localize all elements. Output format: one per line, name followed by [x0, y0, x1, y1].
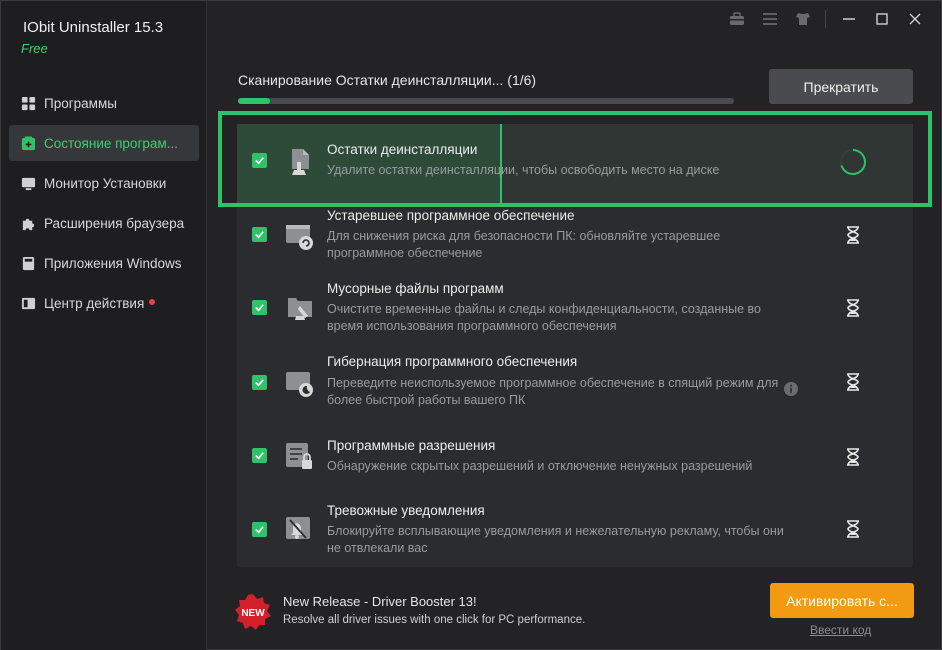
- sidebar: IObit Uninstaller 15.3 Free Программы Со…: [1, 1, 207, 650]
- spinner-icon: [837, 146, 869, 178]
- sidebar-item-label: Центр действия: [44, 295, 145, 311]
- enter-code-link[interactable]: Ввести код: [810, 623, 871, 637]
- app-window: IObit Uninstaller 15.3 Free Программы Со…: [0, 0, 942, 650]
- sidebar-nav: Программы Состояние програм... Монитор У…: [9, 85, 199, 325]
- sidebar-item-action-center[interactable]: Центр действия: [9, 285, 199, 321]
- promo-description: Resolve all driver issues with one click…: [283, 614, 586, 626]
- scan-progress-fill: [238, 98, 271, 104]
- sidebar-item-label: Приложения Windows: [44, 255, 182, 271]
- task-row-junk-files: Мусорные файлы программ Очистите временн…: [237, 272, 913, 348]
- scan-progress-bar: [238, 98, 734, 104]
- toolbox-icon[interactable]: [727, 9, 747, 29]
- notification-dot: [149, 299, 156, 305]
- health-plus-icon: [21, 135, 36, 151]
- junk-files-icon: [284, 292, 316, 324]
- monitor-icon: [21, 176, 36, 191]
- task-description: Блокируйте всплывающие уведомления и неж…: [327, 524, 784, 555]
- task-checkbox[interactable]: [252, 153, 267, 168]
- activate-button[interactable]: Активировать с...: [770, 583, 914, 618]
- task-title: Гибернация программного обеспечения: [327, 354, 578, 369]
- task-row-hibernation: Гибернация программного обеспечения Пере…: [237, 348, 913, 424]
- app-title: IObit Uninstaller 15.3: [23, 19, 164, 36]
- task-description: Удалите остатки деинсталляции, чтобы осв…: [327, 163, 720, 177]
- permissions-icon: [284, 440, 316, 472]
- leftover-files-icon: [284, 146, 316, 178]
- new-badge-text: NEW: [241, 608, 265, 619]
- skin-icon[interactable]: [793, 9, 813, 29]
- task-description: Обнаружение скрытых разрешений и отключе…: [327, 459, 753, 473]
- app-edition: Free: [21, 41, 48, 56]
- sidebar-item-windows-apps[interactable]: Приложения Windows: [9, 245, 199, 281]
- task-checkbox[interactable]: [252, 227, 267, 242]
- sidebar-item-software-health[interactable]: Состояние програм...: [9, 125, 199, 161]
- stop-button[interactable]: Прекратить: [769, 69, 913, 104]
- info-icon[interactable]: [784, 382, 798, 396]
- task-title: Тревожные уведомления: [327, 503, 485, 518]
- sidebar-item-label: Состояние програм...: [44, 135, 178, 151]
- sidebar-item-install-monitor[interactable]: Монитор Установки: [9, 165, 199, 201]
- promo-title[interactable]: New Release - Driver Booster 13!: [283, 594, 477, 609]
- sidebar-item-programs[interactable]: Программы: [9, 85, 199, 121]
- task-row-outdated-software: Устаревшее программное обеспечение Для с…: [237, 204, 913, 272]
- task-row-permissions: Программные разрешения Обнаружение скрыт…: [237, 424, 913, 490]
- windows-app-icon: [21, 256, 36, 271]
- titlebar-separator: [825, 10, 826, 28]
- task-row-notifications: Тревожные уведомления Блокируйте всплыва…: [237, 490, 913, 567]
- sidebar-item-browser-extensions[interactable]: Расширения браузера: [9, 205, 199, 241]
- task-checkbox[interactable]: [252, 522, 267, 537]
- task-title: Остатки деинсталляции: [327, 142, 478, 157]
- hibernate-icon: [284, 367, 316, 399]
- titlebar-controls: [714, 9, 925, 29]
- task-description: Очистите временные файлы и следы конфиде…: [327, 302, 761, 333]
- task-checkbox[interactable]: [252, 448, 267, 463]
- task-row-leftovers: Остатки деинсталляции Удалите остатки де…: [237, 124, 913, 204]
- sidebar-item-label: Программы: [44, 95, 117, 111]
- new-badge-icon: NEW: [234, 593, 272, 631]
- task-checkbox[interactable]: [252, 375, 267, 390]
- hourglass-icon: [837, 366, 869, 398]
- hourglass-icon: [837, 441, 869, 473]
- sidebar-item-label: Монитор Установки: [44, 175, 167, 191]
- task-description: Для снижения риска для безопасности ПК: …: [327, 229, 721, 260]
- grid-icon: [21, 96, 36, 111]
- scan-status-title: Сканирование Остатки деинсталляции... (1…: [238, 72, 537, 88]
- puzzle-icon: [21, 216, 36, 231]
- outdated-software-icon: [284, 220, 316, 252]
- maximize-icon[interactable]: [872, 9, 892, 29]
- hourglass-icon: [837, 513, 869, 545]
- task-title: Устаревшее программное обеспечение: [327, 208, 575, 223]
- task-description: Переведите неиспользуемое программное об…: [327, 376, 779, 407]
- task-title: Мусорные файлы программ: [327, 281, 504, 296]
- close-icon[interactable]: [905, 9, 925, 29]
- task-list: Остатки деинсталляции Удалите остатки де…: [237, 124, 913, 567]
- minimize-icon[interactable]: [839, 9, 859, 29]
- hourglass-icon: [837, 219, 869, 251]
- task-title: Программные разрешения: [327, 438, 496, 453]
- sidebar-item-label: Расширения браузера: [44, 215, 185, 231]
- notification-off-icon: [284, 514, 316, 546]
- menu-icon[interactable]: [760, 9, 780, 29]
- action-center-icon: [21, 296, 36, 311]
- hourglass-icon: [837, 292, 869, 324]
- task-checkbox[interactable]: [252, 300, 267, 315]
